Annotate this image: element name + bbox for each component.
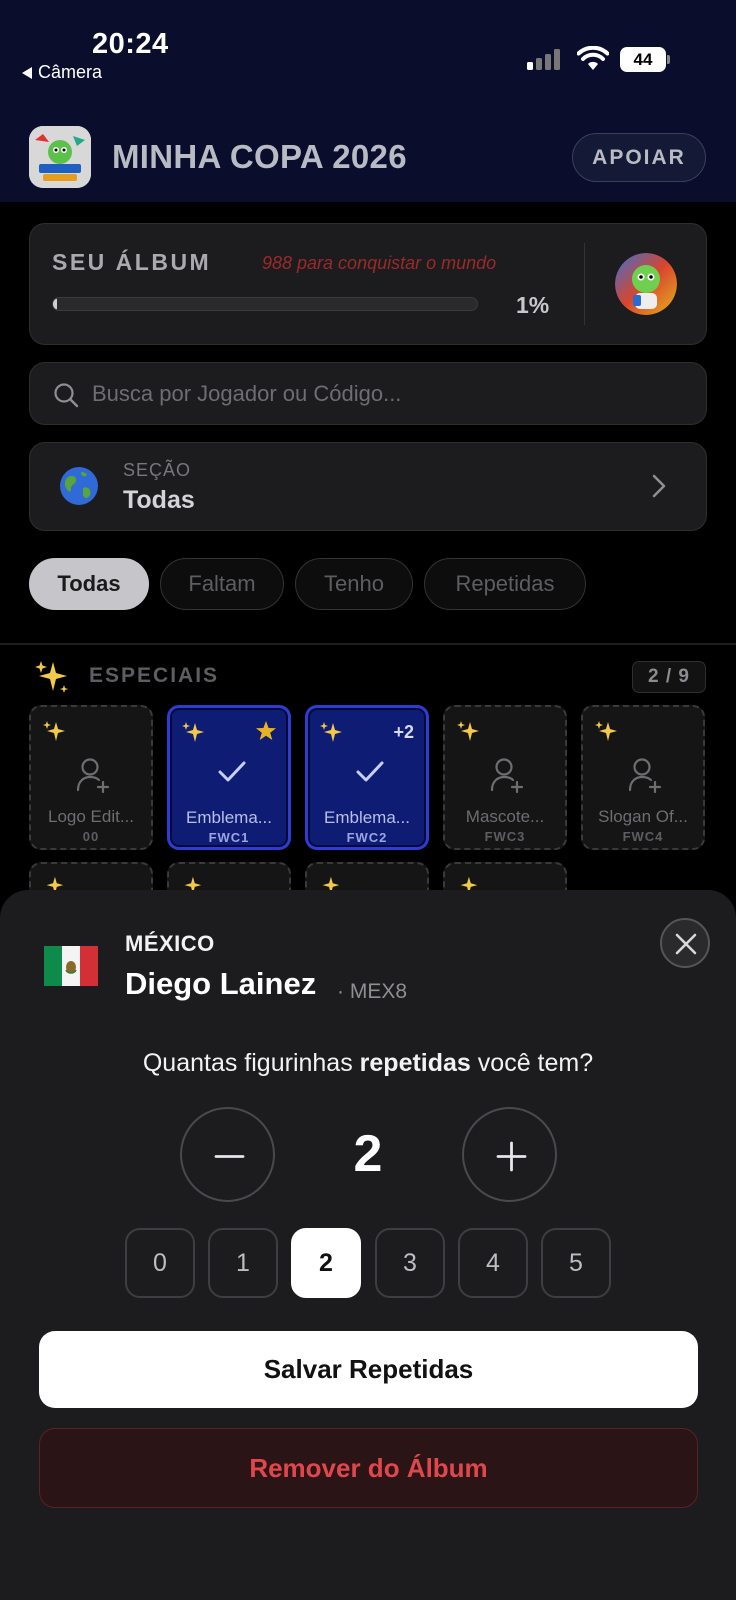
- duplicates-question: Quantas figurinhas repetidas você tem?: [0, 1049, 736, 1078]
- back-to-camera-link[interactable]: Câmera: [22, 62, 102, 83]
- filter-tenho[interactable]: Tenho: [295, 558, 413, 610]
- especiais-count-badge: 2 / 9: [632, 661, 706, 693]
- app-logo: [29, 126, 91, 188]
- support-button[interactable]: APOIAR: [572, 133, 706, 182]
- section-label: SEÇÃO: [123, 460, 192, 480]
- sticker-card[interactable]: Emblema... FWC1: [167, 705, 291, 850]
- quick-select-0[interactable]: 0: [125, 1228, 195, 1298]
- quick-select-5[interactable]: 5: [541, 1228, 611, 1298]
- album-progress-card: [29, 223, 707, 345]
- back-label: Câmera: [38, 62, 103, 82]
- sparkles-icon: [320, 722, 342, 742]
- album-divider: [584, 243, 585, 325]
- sparkles-icon: [457, 721, 479, 741]
- decrement-button[interactable]: [180, 1107, 275, 1202]
- album-progress-fill: [53, 298, 58, 310]
- add-person-icon: [76, 758, 110, 794]
- back-arrow-icon: [22, 66, 32, 79]
- album-progress-bar: [52, 297, 478, 311]
- status-time: 20:24: [92, 28, 169, 60]
- filter-todas[interactable]: Todas: [29, 558, 149, 610]
- album-goal-text: 988 para conquistar o mundo: [262, 253, 497, 273]
- especiais-section-title: ESPECIAIS: [89, 664, 220, 687]
- question-text-start: Quantas figurinhas: [142, 1049, 353, 1077]
- sticker-code: FWC2: [346, 830, 388, 845]
- wifi-icon: [577, 46, 609, 70]
- player-name: Diego Lainez: [125, 966, 317, 1001]
- sticker-code: FWC1: [208, 830, 250, 845]
- checkmark-icon: [218, 761, 246, 782]
- duplicate-count-badge: +2: [393, 722, 414, 742]
- question-text-end: você tem?: [477, 1049, 594, 1077]
- question-text-emphasis: repetidas: [359, 1049, 471, 1077]
- sticker-card[interactable]: Mascote... FWC3: [443, 705, 567, 850]
- filter-faltam[interactable]: Faltam: [160, 558, 284, 610]
- team-name: MÉXICO: [125, 931, 215, 956]
- cellular-signal-icon: [527, 48, 560, 70]
- sticker-code: FWC3: [484, 829, 526, 844]
- star-icon: [256, 721, 276, 740]
- sticker-card[interactable]: +2 Emblema... FWC2: [305, 705, 429, 850]
- battery-icon: 44: [620, 47, 670, 72]
- close-icon: [675, 933, 697, 955]
- quick-select-4[interactable]: 4: [458, 1228, 528, 1298]
- sticker-card[interactable]: Slogan Of... FWC4: [581, 705, 705, 850]
- sparkles-icon: [35, 661, 68, 693]
- checkmark-icon: [356, 761, 384, 782]
- sticker-name: Slogan Of...: [598, 807, 688, 826]
- filter-repetidas[interactable]: Repetidas: [424, 558, 586, 610]
- add-person-icon: [490, 758, 524, 794]
- sticker-card[interactable]: Logo Edit... 00: [29, 705, 153, 850]
- battery-level: 44: [620, 47, 666, 72]
- search-icon: [54, 383, 79, 408]
- list-divider: [0, 643, 736, 645]
- sticker-code: 00: [82, 829, 100, 844]
- sparkles-icon: [182, 722, 204, 742]
- player-code: · MEX8: [337, 980, 408, 1003]
- add-person-icon: [628, 758, 662, 794]
- duplicates-count: 2: [353, 1125, 383, 1183]
- album-progress-percent: 1%: [516, 292, 550, 318]
- mascot-avatar[interactable]: [615, 253, 677, 315]
- sparkles-icon: [595, 721, 617, 741]
- quick-select-2[interactable]: 2: [291, 1228, 361, 1298]
- remove-from-album-button[interactable]: Remover do Álbum: [39, 1428, 698, 1508]
- sticker-name: Mascote...: [465, 807, 545, 826]
- sticker-name: Logo Edit...: [47, 807, 134, 826]
- sparkles-icon: [43, 721, 65, 741]
- quick-select-1[interactable]: 1: [208, 1228, 278, 1298]
- sticker-name: Emblema...: [324, 808, 410, 827]
- chevron-right-icon: [652, 474, 666, 498]
- save-duplicates-button[interactable]: Salvar Repetidas: [39, 1331, 698, 1408]
- sticker-code: FWC4: [622, 829, 664, 844]
- close-button[interactable]: [660, 918, 710, 968]
- app-title: MINHA COPA 2026: [112, 138, 407, 175]
- quick-select-3[interactable]: 3: [375, 1228, 445, 1298]
- search-placeholder: Busca por Jogador ou Código...: [92, 381, 402, 406]
- sticker-name: Emblema...: [186, 808, 272, 827]
- plus-icon: [496, 1141, 527, 1172]
- section-value: Todas: [123, 486, 195, 514]
- album-label: SEU ÁLBUM: [52, 249, 212, 275]
- globe-icon: [60, 467, 98, 505]
- mexico-flag-icon: [44, 946, 98, 986]
- minus-icon: [214, 1155, 245, 1158]
- increment-button[interactable]: [462, 1107, 557, 1202]
